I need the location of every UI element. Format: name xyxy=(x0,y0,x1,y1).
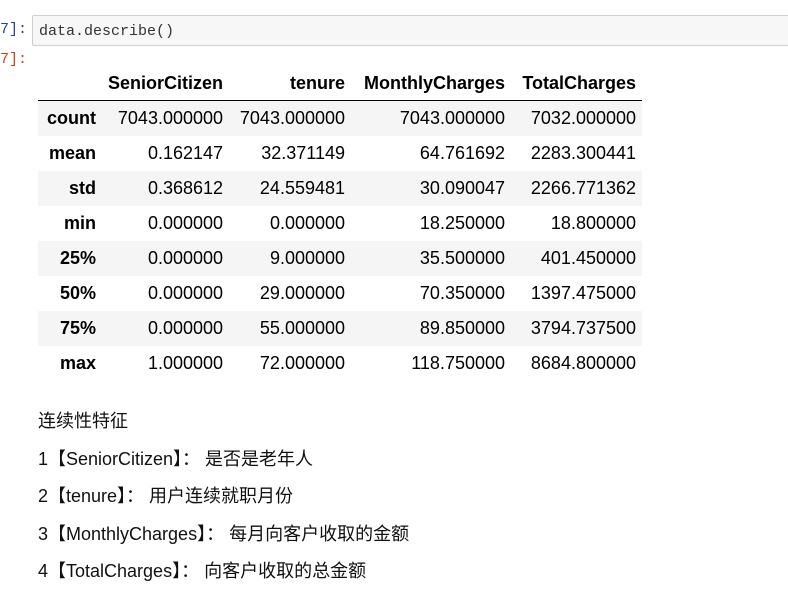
table-row: mean 0.162147 32.371149 64.761692 2283.30044… xyxy=(38,136,642,171)
table-cell: 118.750000 xyxy=(411,353,506,373)
table-row: count 7043.000000 7043.000000 7043.000000 70… xyxy=(38,100,643,136)
note-item: 3【MonthlyCharges】： 每月向客户收取的金额 xyxy=(38,523,410,544)
table-cell: 55.000000 xyxy=(259,318,346,338)
row-label: min xyxy=(63,213,96,233)
table-cell: 3794.737500 xyxy=(530,318,637,338)
table-cell: 35.500000 xyxy=(419,248,506,268)
table-row: 50% 0.000000 29.000000 70.350000 1397.475000 xyxy=(38,276,642,311)
row-label: max xyxy=(59,353,96,373)
table-cell: 9.000000 xyxy=(269,248,346,268)
table-cell: 7032.000000 xyxy=(530,108,637,128)
note-item: 1【SeniorCitizen】： 是否是老年人 xyxy=(38,448,314,469)
describe-output-table: SeniorCitizen tenure MonthlyCharges Tota… xyxy=(38,66,643,381)
table-cell: 29.000000 xyxy=(259,283,346,303)
table-cell: 0.000000 xyxy=(147,248,224,268)
table-cell: 0.000000 xyxy=(147,318,224,338)
table-cell: 70.350000 xyxy=(419,283,506,303)
table-cell: 2266.771362 xyxy=(530,178,637,198)
table-cell: 0.000000 xyxy=(269,213,346,233)
row-label: std xyxy=(69,178,96,198)
code-text[interactable]: data.describe() xyxy=(39,23,174,40)
note-item: 4【TotalCharges】： 向客户收取的总金额 xyxy=(38,561,367,581)
output-prompt: 7]: xyxy=(0,51,28,68)
row-label: 75% xyxy=(59,318,96,338)
table-row: min 0.000000 0.000000 18.250000 18.800000 xyxy=(38,206,642,241)
row-label: 25% xyxy=(59,248,96,268)
column-header-monthlycharges: MonthlyCharges xyxy=(351,66,512,101)
table-cell: 1397.475000 xyxy=(530,283,637,303)
table-cell: 401.450000 xyxy=(540,248,637,268)
table-cell: 2283.300441 xyxy=(530,143,637,163)
table-cell: 0.000000 xyxy=(147,283,224,303)
table-cell: 7043.000000 xyxy=(117,108,224,128)
row-label: count xyxy=(47,108,96,128)
column-header-totalcharges: TotalCharges xyxy=(511,66,643,101)
note-item: 2【tenure】： 用户连续就职月份 xyxy=(38,486,294,506)
table-cell: 7043.000000 xyxy=(399,108,506,128)
table-cell: 0.162147 xyxy=(147,143,224,163)
table-row: std 0.368612 24.559481 30.090047 2266.771362 xyxy=(38,171,643,206)
table-row: max 1.000000 72.000000 118.750000 8684.80000… xyxy=(38,346,642,381)
table-cell: 72.000000 xyxy=(259,353,346,373)
table-cell: 1.000000 xyxy=(147,353,224,373)
input-prompt: 7]: xyxy=(0,21,28,38)
table-cell: 64.761692 xyxy=(419,143,506,163)
table-cell: 0.000000 xyxy=(147,213,224,233)
table-cell: 89.850000 xyxy=(419,318,506,338)
table-cell: 8684.800000 xyxy=(530,353,637,373)
row-label: mean xyxy=(48,143,96,163)
code-input-cell[interactable]: data.describe() xyxy=(32,15,788,46)
row-label: 50% xyxy=(59,283,96,303)
column-header-seniorcitizen: SeniorCitizen xyxy=(102,66,230,101)
table-cell: 32.371149 xyxy=(261,143,346,163)
index-header xyxy=(38,66,102,101)
table-cell: 30.090047 xyxy=(419,178,506,198)
table-cell: 24.559481 xyxy=(259,178,346,198)
column-header-tenure: tenure xyxy=(229,66,352,101)
table-cell: 18.250000 xyxy=(419,213,506,233)
table-cell: 7043.000000 xyxy=(239,108,346,128)
table-header-row: SeniorCitizen tenure MonthlyCharges Tota… xyxy=(38,66,643,101)
table-cell: 0.368612 xyxy=(147,178,224,198)
feature-notes: 连续性特征 1【SeniorCitizen】： 是否是老年人 2【tenure】… xyxy=(38,410,409,598)
table-row: 25% 0.000000 9.000000 35.500000 401.450000 xyxy=(38,241,643,276)
notes-heading: 连续性特征 xyxy=(38,411,128,431)
table-cell: 18.800000 xyxy=(550,213,637,233)
table-row: 75% 0.000000 55.000000 89.850000 3794.737500 xyxy=(38,311,643,346)
